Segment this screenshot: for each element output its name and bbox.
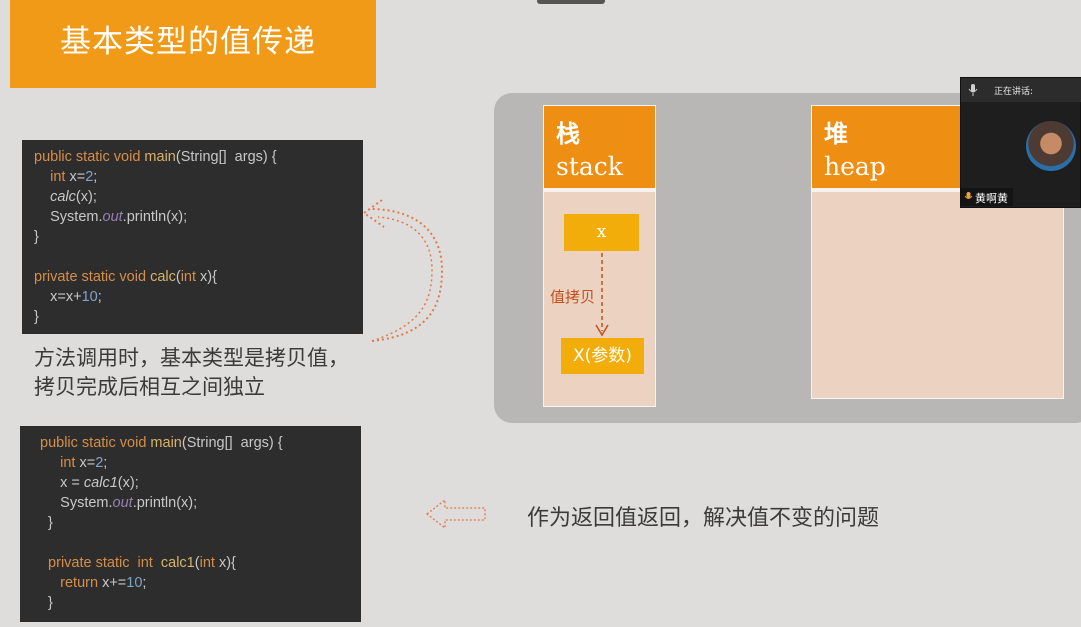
code-line: int x=2;	[40, 455, 108, 471]
code-line: calc(x);	[34, 189, 97, 205]
heap-title-cn: 堆	[824, 120, 848, 148]
copy-label: 值拷贝	[550, 288, 596, 306]
stack-title-cn: 栈	[556, 120, 580, 148]
microphone-icon	[968, 84, 978, 96]
copy-arrow-icon	[595, 253, 609, 337]
code-block-return-value: public static void main(String[] args) {…	[20, 426, 361, 622]
slide-title: 基本类型的值传递	[60, 24, 316, 60]
slide-description: 方法调用时，基本类型是拷贝值， 拷贝完成后相互之间独立	[34, 344, 394, 402]
slide-title-banner: 基本类型的值传递	[10, 0, 376, 88]
code-line: int x=2;	[34, 169, 98, 185]
description-line: 拷贝完成后相互之间独立	[34, 375, 265, 399]
code-block-pass-by-value: public static void main(String[] args) {…	[22, 140, 363, 334]
code-line: return x+=10;	[40, 575, 147, 591]
microphone-icon	[964, 192, 973, 199]
return-note: 作为返回值返回，解决值不变的问题	[527, 506, 880, 531]
curved-arrow-icon	[362, 199, 444, 342]
code-line: System.out.println(x);	[34, 209, 188, 225]
stack-var-param: X(参数)	[561, 338, 644, 374]
left-arrow-icon	[425, 498, 486, 530]
code-line: public static void main(String[] args) {	[34, 149, 277, 165]
divider	[544, 188, 655, 192]
code-line: }	[40, 515, 53, 531]
code-line: }	[34, 309, 39, 325]
stack-var-x: x	[564, 214, 639, 251]
description-line: 方法调用时，基本类型是拷贝值，	[34, 346, 349, 370]
code-line: x=x+10;	[34, 289, 102, 305]
speaking-label: 正在讲话:	[994, 87, 1034, 97]
speaker-avatar	[1026, 121, 1076, 171]
stack-title-en: stack	[556, 152, 623, 181]
speaker-name: 黄啊黄	[975, 192, 1008, 205]
toolbar-handle[interactable]	[537, 0, 605, 4]
code-line: private static void calc(int x){	[34, 269, 217, 285]
heap-title-en: heap	[824, 152, 886, 181]
code-line: private static int calc1(int x){	[40, 555, 236, 571]
stack-header: 栈 stack	[544, 106, 655, 188]
code-line: System.out.println(x);	[40, 495, 198, 511]
code-line: x = calc1(x);	[40, 475, 139, 491]
code-line: public static void main(String[] args) {	[40, 435, 283, 451]
code-line: }	[34, 229, 39, 245]
code-line: }	[40, 595, 53, 611]
